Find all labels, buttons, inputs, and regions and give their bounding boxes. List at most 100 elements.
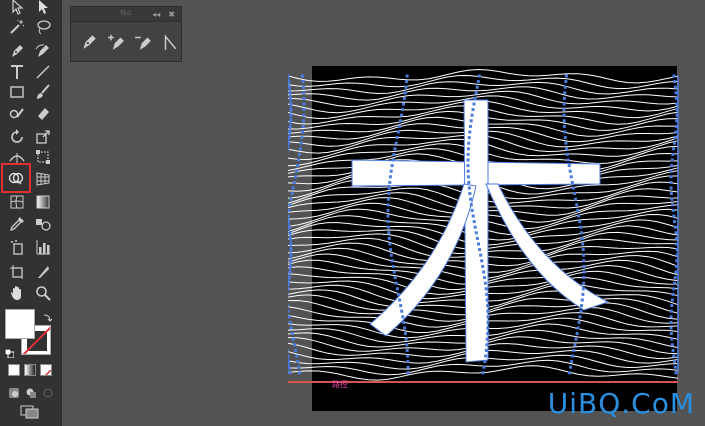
anchor-point-tool-item[interactable]: [161, 33, 179, 51]
symbol-sprayer-tool[interactable]: [6, 236, 28, 258]
pen-tool[interactable]: [6, 40, 28, 62]
shape-builder-tool[interactable]: [1, 163, 31, 193]
warped-lines-artwork[interactable]: [282, 66, 683, 411]
anchor-point: [301, 85, 305, 89]
slice-tool[interactable]: [32, 261, 54, 283]
color-mode-button[interactable]: [8, 364, 20, 376]
anchor-point: [299, 141, 303, 145]
selection-icon: [12, 0, 24, 15]
anchor-point: [400, 309, 404, 313]
anchor-point: [480, 259, 484, 263]
delete-anchor-point-tool-item[interactable]: [134, 33, 152, 51]
gradient-tool[interactable]: [32, 191, 54, 213]
add-anchor-point-tool-item[interactable]: [107, 33, 125, 51]
anchor-point: [674, 270, 678, 274]
anchor-point: [482, 365, 486, 369]
gradient-mode-button[interactable]: [24, 364, 36, 376]
eraser-tool[interactable]: [32, 102, 54, 124]
anchor-point: [470, 208, 474, 212]
magic-wand-icon: [10, 20, 25, 34]
anchor-point: [573, 343, 577, 347]
anchor-point: [582, 276, 586, 280]
blend-icon: [36, 219, 51, 231]
free-transform-tool[interactable]: [32, 146, 54, 168]
anchor-point: [295, 169, 298, 173]
anchor-point: [486, 315, 490, 319]
close-icon[interactable]: ✖: [168, 10, 175, 19]
anchor-point: [674, 371, 678, 375]
line-tool[interactable]: [32, 61, 54, 83]
anchor-point: [577, 320, 581, 324]
magic-wand-tool[interactable]: [6, 16, 28, 38]
none-mode-button[interactable]: [40, 364, 52, 376]
anchor-point: [670, 197, 674, 201]
collapse-panel-icon[interactable]: ◂◂: [152, 10, 160, 19]
column-graph-tool[interactable]: [32, 236, 54, 258]
paintbrush-tool[interactable]: [32, 81, 54, 103]
gradient-icon: [36, 195, 50, 209]
symbol-sprayer-icon: [11, 240, 23, 255]
anchor-point: [582, 259, 586, 263]
type-tool[interactable]: [6, 61, 28, 83]
lasso-tool[interactable]: [32, 16, 54, 38]
anchor-point: [580, 298, 584, 302]
curvature-tool[interactable]: [32, 40, 54, 62]
anchor-point: [287, 315, 291, 319]
draw-normal-icon[interactable]: [8, 384, 20, 398]
rotate-tool[interactable]: [6, 126, 28, 148]
anchor-point: [576, 208, 580, 212]
anchor-point: [478, 248, 482, 252]
anchor-point: [486, 332, 490, 336]
rectangle-tool[interactable]: [6, 81, 28, 103]
draw-inside-icon[interactable]: [42, 384, 54, 398]
anchor-point: [388, 175, 392, 179]
anchor-point: [670, 158, 674, 162]
anchor-point: [671, 208, 675, 212]
anchor-point: [673, 281, 676, 285]
anchor-point: [578, 315, 582, 319]
free-transform-icon: [36, 150, 50, 164]
anchor-point: [672, 354, 676, 358]
eyedropper-tool[interactable]: [6, 213, 28, 235]
anchor-point: [486, 304, 490, 308]
swap-fill-stroke-icon[interactable]: [42, 308, 53, 322]
mesh-tool[interactable]: [6, 191, 28, 213]
anchor-point: [397, 292, 400, 296]
perspective-grid-tool[interactable]: [32, 168, 54, 190]
fill-swatch[interactable]: [5, 309, 35, 339]
screen-mode-icon[interactable]: [20, 404, 40, 419]
hand-tool[interactable]: [6, 282, 28, 304]
anchor-point: [582, 270, 586, 274]
anchor-point: [481, 371, 485, 375]
anchor-point: [395, 136, 399, 140]
anchor-point: [474, 231, 478, 235]
zoom-tool[interactable]: [32, 282, 54, 304]
anchor-point: [475, 236, 479, 240]
anchor-point: [569, 365, 572, 369]
anchor-point: [293, 175, 297, 179]
anchor-point: [295, 354, 299, 358]
shaper-tool[interactable]: [6, 102, 28, 124]
anchor-point: [563, 136, 567, 140]
anchor-point: [475, 85, 479, 89]
artboard[interactable]: 路径: [282, 66, 683, 415]
anchor-point: [469, 197, 473, 201]
artboard-tool[interactable]: [6, 261, 28, 283]
anchor-point: [387, 186, 391, 190]
anchor-point: [387, 236, 391, 240]
pen-tool-item[interactable]: [80, 33, 98, 51]
anchor-point: [405, 74, 409, 78]
anchor-point: [670, 337, 674, 341]
anchor-point: [386, 225, 390, 229]
anchor-point: [669, 332, 673, 336]
blend-tool[interactable]: [32, 213, 54, 235]
draw-behind-icon[interactable]: [25, 384, 37, 398]
tools-panel: [0, 0, 62, 426]
default-fill-stroke-icon[interactable]: [4, 343, 15, 359]
anchor-point: [673, 85, 677, 89]
anchor-point: [386, 214, 390, 218]
anchor-point: [468, 124, 472, 128]
rectangle-icon: [10, 86, 24, 98]
perspective-grid-icon: [36, 172, 50, 186]
scale-tool[interactable]: [32, 126, 54, 148]
